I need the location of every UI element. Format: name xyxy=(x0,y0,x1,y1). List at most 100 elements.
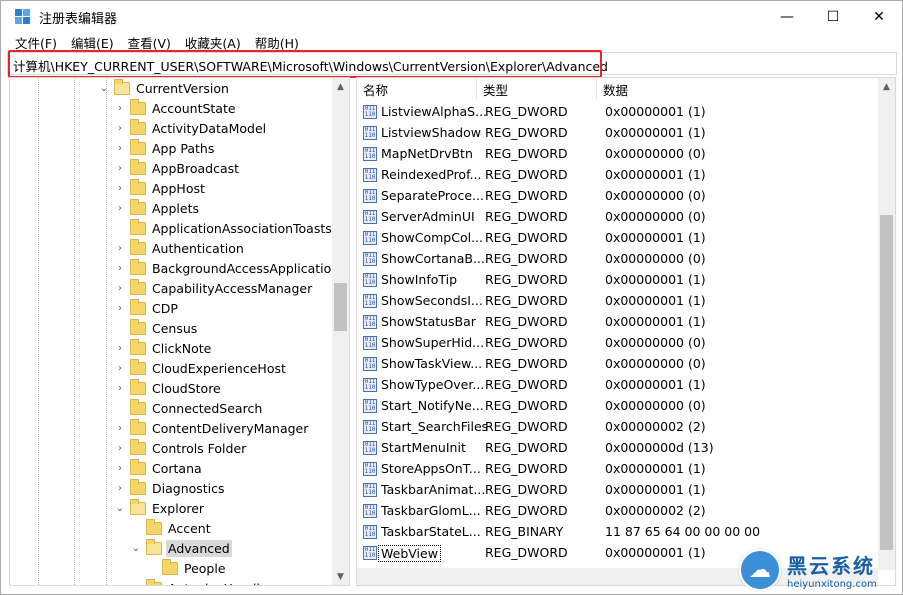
scroll-thumb[interactable] xyxy=(334,283,347,331)
tree-item-label: AppHost xyxy=(152,180,205,196)
value-row[interactable]: 011 110 StartMenuInit REG_DWORD 0x0000000d … xyxy=(357,438,877,459)
close-button[interactable]: ✕ xyxy=(856,1,902,32)
value-data: 0x00000001 (1) xyxy=(605,125,706,140)
value-row[interactable]: 011 110 ShowStatusBar REG_DWORD 0x00000001 … xyxy=(357,312,877,333)
menu-help[interactable]: 帮助(H) xyxy=(255,33,299,52)
tree-item-label: CDP xyxy=(152,300,178,316)
chevron-right-icon[interactable]: › xyxy=(114,438,126,458)
chevron-down-icon[interactable]: ⌄ xyxy=(98,78,110,98)
value-row[interactable]: 011 110 Start_NotifyNe... REG_DWORD 0x00000… xyxy=(357,396,877,417)
tree-item[interactable]: › Applets xyxy=(114,198,201,218)
tree-item[interactable]: › ContentDeliveryManager xyxy=(114,418,310,438)
value-row[interactable]: 011 110 ShowSecondsI... REG_DWORD 0x0000000… xyxy=(357,291,877,312)
value-type: REG_DWORD xyxy=(485,377,568,392)
values-pane[interactable]: 名称 类型 数据 011 110 ListviewAlphaS... REG_DWO… xyxy=(356,77,896,586)
tree-item[interactable]: › AppHost xyxy=(114,178,207,198)
scroll-up-arrow-icon[interactable]: ▲ xyxy=(332,78,349,95)
chevron-down-icon[interactable]: ⌄ xyxy=(130,538,142,558)
value-row[interactable]: 011 110 ListviewAlphaS... REG_DWORD 0x00000… xyxy=(357,102,877,123)
tree-item[interactable]: ⌄ Advanced xyxy=(130,538,232,558)
chevron-right-icon[interactable]: › xyxy=(114,178,126,198)
value-row[interactable]: 011 110 ShowTypeOver... REG_DWORD 0x0000000… xyxy=(357,375,877,396)
tree-item[interactable]: Accent xyxy=(130,518,213,538)
value-row[interactable]: 011 110 ReindexedProf... REG_DWORD 0x000000… xyxy=(357,165,877,186)
chevron-right-icon[interactable]: › xyxy=(114,198,126,218)
tree-item[interactable]: › Diagnostics xyxy=(114,478,227,498)
tree-item[interactable]: › Controls Folder xyxy=(114,438,248,458)
tree-item[interactable]: › CapabilityAccessManager xyxy=(114,278,314,298)
scroll-thumb[interactable] xyxy=(880,215,893,550)
tree-item[interactable]: ⌄ Explorer xyxy=(114,498,206,518)
scroll-up-arrow-icon[interactable]: ▲ xyxy=(878,78,895,95)
tree-item-label: Controls Folder xyxy=(152,440,247,456)
chevron-right-icon[interactable]: › xyxy=(114,158,126,178)
column-header-type[interactable]: 类型 xyxy=(477,78,597,100)
tree-item[interactable]: People xyxy=(146,558,228,578)
chevron-right-icon[interactable]: › xyxy=(114,338,126,358)
chevron-right-icon[interactable]: › xyxy=(114,458,126,478)
value-row[interactable]: 011 110 SeparateProce... REG_DWORD 0x000000… xyxy=(357,186,877,207)
value-type: REG_DWORD xyxy=(485,104,568,119)
chevron-down-icon[interactable]: ⌄ xyxy=(114,498,126,518)
chevron-right-icon[interactable]: › xyxy=(114,118,126,138)
tree-item[interactable]: › AccountState xyxy=(114,98,238,118)
tree-item[interactable]: › CloudExperienceHost xyxy=(114,358,288,378)
tree-item[interactable]: › AppBroadcast xyxy=(114,158,241,178)
value-row[interactable]: 011 110 ServerAdminUI REG_DWORD 0x00000000 … xyxy=(357,207,877,228)
tree-item[interactable]: › ClickNote xyxy=(114,338,213,358)
menu-view[interactable]: 查看(V) xyxy=(128,33,171,52)
chevron-right-icon[interactable]: › xyxy=(114,98,126,118)
value-row[interactable]: 011 110 ShowSuperHid... REG_DWORD 0x0000000… xyxy=(357,333,877,354)
tree-item-label: Applets xyxy=(152,200,199,216)
menu-file[interactable]: 文件(F) xyxy=(15,33,57,52)
tree-item[interactable]: › BackgroundAccessApplications xyxy=(114,258,348,278)
column-header-name[interactable]: 名称 xyxy=(357,78,477,100)
value-name: ReindexedProf... xyxy=(381,167,482,182)
scroll-down-arrow-icon[interactable]: ▼ xyxy=(332,568,349,585)
chevron-right-icon[interactable]: › xyxy=(114,418,126,438)
chevron-right-icon[interactable]: › xyxy=(114,238,126,258)
value-row[interactable]: 011 110 Start_SearchFiles REG_DWORD 0x00000… xyxy=(357,417,877,438)
tree-item[interactable]: › ActivityDataModel xyxy=(114,118,268,138)
menu-favorites[interactable]: 收藏夹(A) xyxy=(185,33,241,52)
value-row[interactable]: 011 110 StoreAppsOnT... REG_DWORD 0x0000000… xyxy=(357,459,877,480)
value-row[interactable]: 011 110 TaskbarGlomL... REG_DWORD 0x0000000… xyxy=(357,501,877,522)
chevron-right-icon[interactable]: › xyxy=(114,298,126,318)
value-row[interactable]: 011 110 ShowInfoTip REG_DWORD 0x00000001 (1… xyxy=(357,270,877,291)
value-row[interactable]: 011 110 ShowCortanaB... REG_DWORD 0x0000000… xyxy=(357,249,877,270)
tree-item[interactable]: ConnectedSearch xyxy=(114,398,264,418)
key-tree-pane[interactable]: ⌄ CurrentVersion › AccountState › ActivityDat… xyxy=(9,77,350,586)
chevron-right-icon[interactable]: › xyxy=(114,138,126,158)
values-vertical-scrollbar[interactable]: ▲ xyxy=(878,78,895,570)
chevron-right-icon[interactable]: › xyxy=(114,378,126,398)
maximize-button[interactable]: ☐ xyxy=(810,1,856,32)
tree-item-label: AppBroadcast xyxy=(152,160,240,176)
value-name: MapNetDrvBtn xyxy=(381,146,473,161)
tree-vertical-scrollbar[interactable]: ▲ ▼ xyxy=(332,78,349,585)
value-row[interactable]: 011 110 ListviewShadow REG_DWORD 0x00000001… xyxy=(357,123,877,144)
tree-item[interactable]: › App Paths xyxy=(114,138,216,158)
minimize-button[interactable]: — xyxy=(764,1,810,32)
value-row[interactable]: 011 110 TaskbarAnimat... REG_DWORD 0x000000… xyxy=(357,480,877,501)
chevron-right-icon[interactable]: › xyxy=(130,578,142,586)
menu-edit[interactable]: 编辑(E) xyxy=(71,33,114,52)
tree-item[interactable]: › AutoplayHandlers xyxy=(130,578,281,586)
tree-item[interactable]: ApplicationAssociationToasts xyxy=(114,218,334,238)
folder-icon xyxy=(130,418,146,435)
value-row[interactable]: 011 110 ShowCompCol... REG_DWORD 0x00000001… xyxy=(357,228,877,249)
chevron-right-icon[interactable]: › xyxy=(114,258,126,278)
address-bar[interactable]: 计算机\HKEY_CURRENT_USER\SOFTWARE\Microsoft… xyxy=(7,52,897,75)
tree-item[interactable]: › CDP xyxy=(114,298,180,318)
column-header-data[interactable]: 数据 xyxy=(597,78,879,100)
chevron-right-icon[interactable]: › xyxy=(114,358,126,378)
tree-item[interactable]: ⌄ CurrentVersion xyxy=(98,78,231,98)
chevron-right-icon[interactable]: › xyxy=(114,278,126,298)
value-row[interactable]: 011 110 ShowTaskView... REG_DWORD 0x0000000… xyxy=(357,354,877,375)
value-row[interactable]: 011 110 MapNetDrvBtn REG_DWORD 0x00000000 (… xyxy=(357,144,877,165)
chevron-right-icon[interactable]: › xyxy=(114,478,126,498)
tree-item[interactable]: › Authentication xyxy=(114,238,246,258)
value-row[interactable]: 011 110 TaskbarStateL... REG_BINARY 11 87 6… xyxy=(357,522,877,543)
tree-item[interactable]: › CloudStore xyxy=(114,378,223,398)
tree-item[interactable]: › Cortana xyxy=(114,458,204,478)
tree-item[interactable]: Census xyxy=(114,318,199,338)
